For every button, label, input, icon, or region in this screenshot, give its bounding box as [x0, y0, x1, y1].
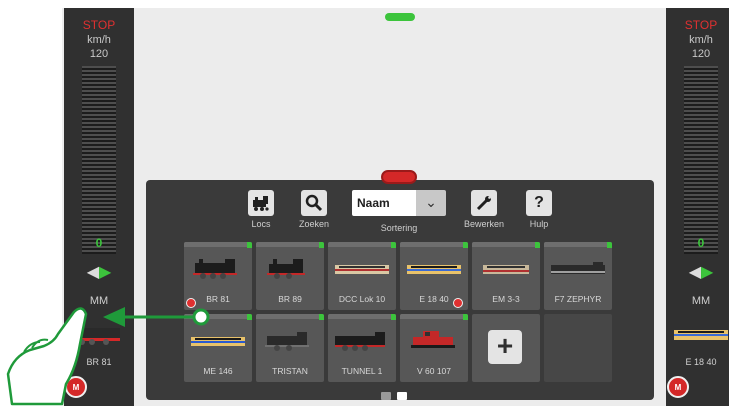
loco-tile-name: V 60 107	[416, 366, 452, 376]
sort-select[interactable]: Naam ⌄	[352, 190, 446, 216]
speed-unit: km/h	[689, 34, 713, 46]
loco-tile[interactable]: F7 ZEPHYR	[544, 242, 612, 310]
chevron-down-icon[interactable]: ⌄	[416, 190, 446, 216]
zoeken-button[interactable]: Zoeken	[297, 190, 331, 232]
loco-tile-name: TUNNEL 1	[341, 366, 383, 376]
max-speed: 120	[691, 48, 711, 60]
left-throttle: STOP km/h 120 0 ◀▶ MM BR 81 M	[64, 8, 134, 406]
question-icon: ?	[526, 190, 552, 216]
direction-reverse-icon[interactable]: ◀	[689, 264, 701, 281]
direction-reverse-icon[interactable]: ◀	[87, 264, 99, 281]
loco-image	[335, 332, 385, 351]
bewerken-label: Bewerken	[463, 219, 505, 229]
loco-image	[483, 265, 529, 274]
loco-tile-name: EM 3-3	[492, 294, 520, 304]
loco-tile-name: F7 ZEPHYR	[554, 294, 602, 304]
loco-image	[551, 262, 605, 274]
loco-image	[411, 331, 455, 348]
stop-button[interactable]: STOP	[666, 18, 729, 32]
loco-tile[interactable]: BR 89	[256, 242, 324, 310]
zoeken-label: Zoeken	[298, 219, 330, 229]
page-indicator-active[interactable]	[397, 392, 407, 400]
loco-tile-name: BR 89	[278, 294, 302, 304]
active-loco-dot	[186, 298, 196, 308]
protocol-label: MM	[89, 295, 109, 307]
locs-label: Locs	[251, 219, 271, 229]
page-indicator[interactable]	[381, 392, 391, 400]
loco-tile[interactable]: TUNNEL 1	[328, 314, 396, 382]
loco-tile-name: ME 146	[203, 366, 233, 376]
speed-unit: km/h	[87, 34, 111, 46]
loco-name: E 18 40	[685, 357, 717, 367]
active-loco-dot	[453, 298, 463, 308]
loco-image	[407, 265, 461, 274]
plus-icon[interactable]: +	[488, 330, 522, 364]
protocol-label: MM	[691, 295, 711, 307]
magnifier-icon	[301, 190, 327, 216]
brand-logo[interactable]: M	[667, 376, 689, 398]
loco-tile[interactable]: DCC Lok 10	[328, 242, 396, 310]
speed-value: 0	[697, 236, 705, 250]
empty-tile	[544, 314, 612, 382]
loco-image	[74, 328, 120, 345]
locs-button[interactable]: Locs	[245, 190, 277, 232]
stop-button[interactable]: STOP	[64, 18, 134, 32]
loco-tile[interactable]: V 60 107	[400, 314, 468, 382]
wrench-icon	[471, 190, 497, 216]
panel-handle[interactable]	[381, 170, 417, 184]
hulp-label: Hulp	[529, 219, 549, 229]
speed-slider[interactable]	[684, 66, 718, 254]
loco-tile-name: DCC Lok 10	[338, 294, 386, 304]
loco-tile-name: TRISTAN	[272, 366, 308, 376]
loco-image	[191, 337, 245, 346]
loco-image	[674, 330, 728, 340]
loco-name: BR 81	[86, 357, 112, 367]
brand-logo[interactable]: M	[65, 376, 87, 398]
right-throttle: STOP km/h 120 0 ◀▶ MM E 18 40 M	[666, 8, 729, 406]
sort-label: Sortering	[380, 223, 418, 233]
direction-forward-icon[interactable]: ▶	[99, 264, 111, 281]
sort-value: Naam	[352, 190, 416, 216]
direction-control[interactable]: ◀▶	[64, 262, 134, 282]
max-speed: 120	[89, 48, 109, 60]
loco-tile[interactable]: ME 146	[184, 314, 252, 382]
bewerken-button[interactable]: Bewerken	[459, 190, 509, 232]
direction-control[interactable]: ◀▶	[666, 262, 729, 282]
loco-image	[335, 265, 389, 274]
loco-image	[267, 259, 305, 279]
loco-image	[265, 332, 309, 351]
speed-slider[interactable]	[82, 66, 116, 254]
loco-image	[193, 259, 237, 279]
loco-tile[interactable]: TRISTAN	[256, 314, 324, 382]
steam-loco-icon	[248, 190, 274, 216]
status-indicator	[385, 13, 415, 21]
hulp-button[interactable]: ? Hulp	[524, 190, 554, 232]
add-loco-tile[interactable]: +	[472, 314, 540, 382]
speed-value: 0	[95, 236, 103, 250]
direction-forward-icon[interactable]: ▶	[701, 264, 713, 281]
loco-tile[interactable]: EM 3-3	[472, 242, 540, 310]
